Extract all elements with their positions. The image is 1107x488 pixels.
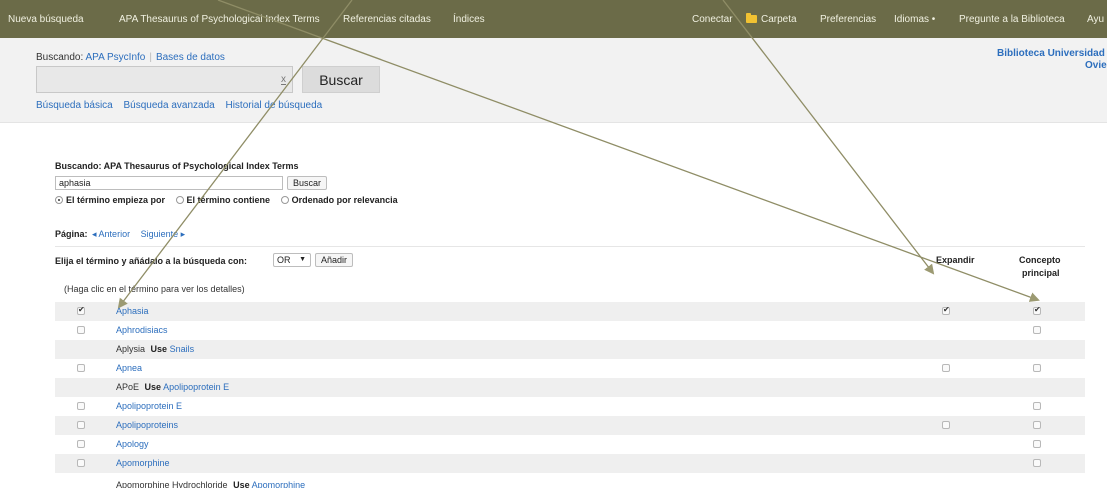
- nav-thesaurus[interactable]: APA Thesaurus of Psychological Index Ter…: [119, 14, 320, 25]
- separator: |: [149, 52, 152, 63]
- checkbox-icon[interactable]: [1033, 364, 1041, 372]
- checkbox-icon[interactable]: [942, 305, 950, 315]
- term-hint: (Haga clic en el término para ver los de…: [64, 284, 245, 294]
- previous-page-link[interactable]: ◂ Anterior: [92, 229, 130, 239]
- nav-help[interactable]: Ayu: [1087, 14, 1104, 25]
- search-history-link[interactable]: Historial de búsqueda: [225, 100, 322, 111]
- term-link[interactable]: Aphasia: [116, 306, 149, 316]
- radio-icon[interactable]: [175, 196, 184, 204]
- term-link[interactable]: Aphrodisiacs: [116, 325, 168, 335]
- nav-folder[interactable]: Carpeta: [746, 13, 797, 25]
- nav-sign-in[interactable]: Conectar: [692, 14, 733, 25]
- use-label: Use: [150, 344, 168, 354]
- checkbox-icon[interactable]: [1033, 421, 1041, 429]
- nav-indexes[interactable]: Índices: [453, 14, 485, 25]
- top-navigation-bar: Nueva búsqueda APA Thesaurus of Psycholo…: [0, 0, 1107, 38]
- clear-icon[interactable]: x: [281, 75, 286, 85]
- choose-databases-link[interactable]: Bases de datos: [156, 52, 225, 63]
- term-link[interactable]: Apomorphine: [116, 458, 170, 468]
- library-name[interactable]: Biblioteca Universidad: [997, 48, 1105, 59]
- checkbox-icon[interactable]: [1033, 402, 1041, 410]
- column-concept: Concepto: [1019, 255, 1061, 265]
- use-term-link[interactable]: Apolipoprotein E: [163, 382, 229, 392]
- caret-down-icon: ▼: [299, 256, 306, 263]
- radio-icon[interactable]: [280, 196, 289, 204]
- database-link[interactable]: APA PsycInfo: [86, 52, 146, 63]
- checkbox-icon[interactable]: [1033, 305, 1041, 315]
- divider: [55, 246, 1085, 247]
- advanced-search-link[interactable]: Búsqueda avanzada: [124, 100, 215, 111]
- nav-preferences[interactable]: Preferencias: [820, 14, 876, 25]
- option-relevance[interactable]: Ordenado por relevancia: [292, 195, 398, 205]
- use-label: Use: [144, 382, 162, 392]
- column-principal: principal: [1022, 268, 1060, 278]
- option-starts-with[interactable]: El término empieza por: [66, 195, 165, 205]
- table-row: Apomorphine Hydrochloride Use Apomorphin…: [55, 477, 1085, 488]
- searching-line: Buscando: APA PsycInfo | Bases de datos: [36, 52, 225, 63]
- table-row: Apolipoprotein E: [55, 397, 1085, 416]
- term-link[interactable]: Apnea: [116, 363, 142, 373]
- search-header: Buscando: APA PsycInfo | Bases de datos x …: [0, 38, 1107, 123]
- use-label: Use: [233, 480, 250, 488]
- term-text: Apomorphine Hydrochloride: [116, 480, 228, 488]
- term-link[interactable]: Apolipoprotein E: [116, 401, 182, 411]
- table-row: Apnea: [55, 359, 1085, 378]
- page-label: Página:: [55, 229, 88, 239]
- next-page-link[interactable]: Siguiente ▸: [141, 229, 186, 239]
- use-term-link[interactable]: Apomorphine: [252, 480, 306, 488]
- search-input[interactable]: x: [36, 66, 293, 93]
- choose-term-label: Elija el término y añádalo a la búsqueda…: [55, 256, 248, 266]
- pagination: Página: ◂ Anterior Siguiente ▸: [55, 229, 185, 240]
- add-button[interactable]: Añadir: [315, 253, 354, 267]
- searching-label: Buscando:: [36, 52, 84, 63]
- nav-folder-label: Carpeta: [761, 14, 797, 25]
- checkbox-icon[interactable]: [942, 364, 950, 372]
- checkbox-icon[interactable]: [1033, 440, 1041, 448]
- thesaurus-heading: Buscando: APA Thesaurus of Psychological…: [55, 161, 299, 171]
- radio-icon[interactable]: [55, 196, 63, 204]
- term-text: Aplysia: [116, 344, 146, 354]
- library-city[interactable]: Ovie: [1085, 60, 1107, 71]
- term-use-line: Apomorphine Hydrochloride Use Apomorphin…: [116, 480, 305, 488]
- search-mode-links: Búsqueda básica Búsqueda avanzada Histor…: [36, 100, 322, 111]
- use-term-link[interactable]: Snails: [170, 344, 195, 354]
- checkbox-icon[interactable]: [1033, 326, 1041, 334]
- nav-new-search[interactable]: Nueva búsqueda: [8, 14, 84, 25]
- checkbox-icon[interactable]: [77, 364, 85, 372]
- checkbox-icon[interactable]: [77, 459, 85, 467]
- table-row: Aplysia Use Snails: [55, 340, 1085, 359]
- search-button[interactable]: Buscar: [302, 66, 380, 93]
- checkbox-icon[interactable]: [942, 421, 950, 429]
- table-row: Aphrodisiacs: [55, 321, 1085, 340]
- nav-cited-references[interactable]: Referencias citadas: [343, 14, 431, 25]
- nav-ask-library[interactable]: Pregunte a la Biblioteca: [959, 14, 1065, 25]
- table-row: Apology: [55, 435, 1085, 454]
- term-link[interactable]: Apology: [116, 439, 149, 449]
- term-link[interactable]: Apolipoproteins: [116, 420, 178, 430]
- table-row: APoE Use Apolipoprotein E: [55, 378, 1085, 397]
- table-row: Apomorphine: [55, 454, 1085, 473]
- term-use-line: Aplysia Use Snails: [116, 344, 194, 354]
- nav-languages[interactable]: Idiomas •: [894, 14, 935, 25]
- checkbox-icon[interactable]: [77, 421, 85, 429]
- basic-search-link[interactable]: Búsqueda básica: [36, 100, 113, 111]
- option-contains[interactable]: El término contiene: [187, 195, 271, 205]
- folder-icon: [746, 13, 757, 23]
- thesaurus-search-button[interactable]: Buscar: [287, 176, 328, 190]
- thesaurus-term-input[interactable]: aphasia: [55, 176, 283, 190]
- column-expand: Expandir: [936, 255, 975, 265]
- term-text: APoE: [116, 382, 140, 392]
- search-options: El término empieza por El término contie…: [55, 195, 398, 205]
- operator-value: OR: [277, 255, 291, 265]
- table-row: Apolipoproteins: [55, 416, 1085, 435]
- checkbox-icon[interactable]: [1033, 459, 1041, 467]
- checkbox-icon[interactable]: [77, 440, 85, 448]
- checkbox-icon[interactable]: [77, 402, 85, 410]
- term-use-line: APoE Use Apolipoprotein E: [116, 382, 229, 392]
- checkbox-icon[interactable]: [77, 305, 85, 315]
- checkbox-icon[interactable]: [77, 326, 85, 334]
- boolean-operator-select[interactable]: OR ▼: [273, 253, 311, 267]
- table-row: Aphasia: [55, 302, 1085, 321]
